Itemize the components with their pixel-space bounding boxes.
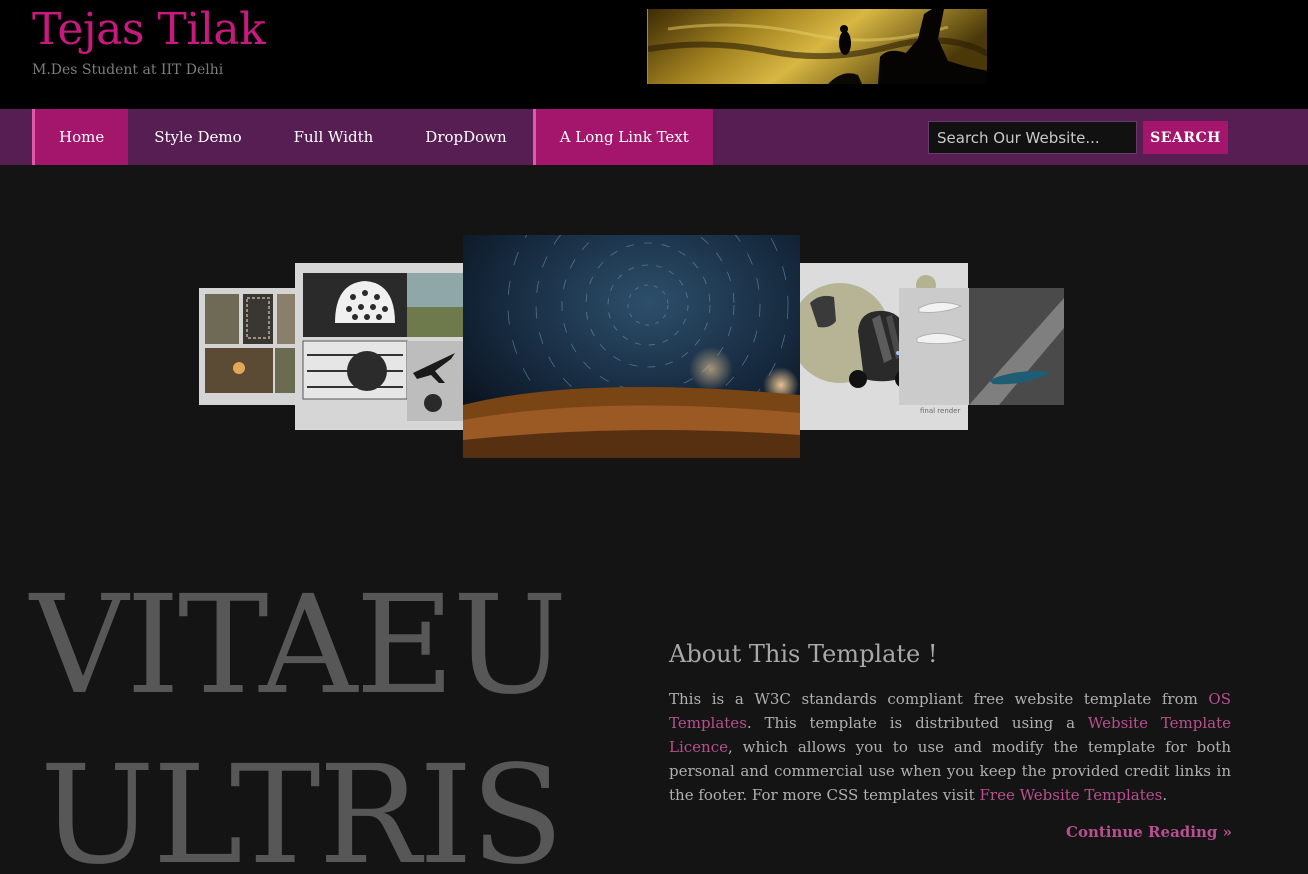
slide-caption: final render xyxy=(920,407,961,415)
search-button[interactable]: SEARCH xyxy=(1143,121,1228,154)
continue-reading-link[interactable]: Continue Reading » xyxy=(1066,823,1232,841)
site-title[interactable]: Tejas Tilak xyxy=(32,4,266,55)
carousel-slide-sketches[interactable] xyxy=(295,263,463,430)
main-navigation: Home Style Demo Full Width DropDown A Lo… xyxy=(0,109,1308,165)
nav-item-long-link[interactable]: A Long Link Text xyxy=(532,109,713,165)
about-heading: About This Template ! xyxy=(669,640,938,668)
header-banner-image xyxy=(647,9,987,84)
link-free-templates[interactable]: Free Website Templates xyxy=(979,786,1162,804)
hero-big-text-line2: ULTRIS xyxy=(40,737,564,874)
nav-item-full-width[interactable]: Full Width xyxy=(268,109,400,165)
nav-item-dropdown[interactable]: DropDown xyxy=(399,109,532,165)
carousel-slide-star-trails[interactable] xyxy=(463,235,800,458)
nav-item-home[interactable]: Home xyxy=(32,109,129,165)
search-input[interactable] xyxy=(928,121,1137,154)
nav-menu: Home Style Demo Full Width DropDown A Lo… xyxy=(32,109,713,165)
about-text-4: . xyxy=(1162,786,1168,804)
about-paragraph: This is a W3C standards compliant free w… xyxy=(669,687,1231,807)
nav-item-style-demo[interactable]: Style Demo xyxy=(128,109,267,165)
carousel-slide-product[interactable] xyxy=(899,288,1064,405)
site-tagline: M.Des Student at IIT Delhi xyxy=(32,62,224,78)
about-text-2: . This template is distributed using a xyxy=(746,714,1088,732)
about-text-1: This is a W3C standards compliant free w… xyxy=(669,690,1209,708)
site-header: Tejas Tilak M.Des Student at IIT Delhi xyxy=(0,0,1308,109)
hero-big-text-line1: VITAEU xyxy=(30,567,567,725)
